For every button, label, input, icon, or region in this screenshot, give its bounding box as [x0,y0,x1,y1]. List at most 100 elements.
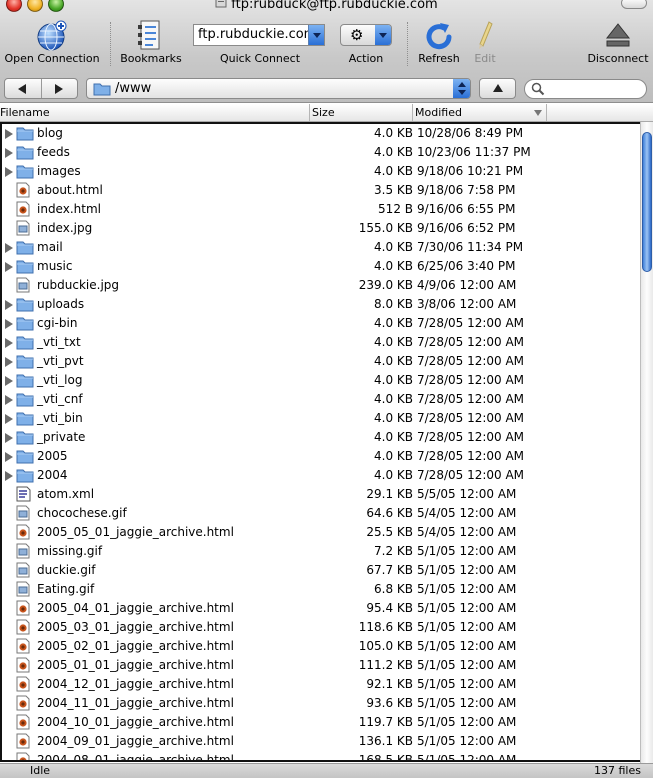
table-row[interactable]: 2004_08_01_jaggie_archive.html 168.5 KB 5/… [2,751,640,762]
chevron-down-icon[interactable] [308,25,324,45]
file-browser-table: Filename Size Modified blog 4.0 KB 10/28/0… [0,104,653,763]
html-file-icon [16,201,30,220]
column-header-filename[interactable]: Filename [0,106,50,119]
table-row[interactable]: index.html 512 B 9/16/06 6:55 PM [2,200,640,219]
table-row[interactable]: feeds 4.0 KB 10/23/06 11:37 PM [2,143,640,162]
html-file-icon [16,676,30,695]
column-header-modified[interactable]: Modified [415,106,462,119]
table-row[interactable]: 2004_11_01_jaggie_archive.html 93.6 KB 5/1… [2,694,640,713]
table-row[interactable]: index.jpg 155.0 KB 9/16/06 6:52 PM [2,219,640,238]
disclosure-triangle-icon[interactable] [5,319,13,329]
table-row[interactable]: 2004 4.0 KB 7/28/05 12:00 AM [2,466,640,485]
file-size: 3.5 KB [374,183,413,197]
table-row[interactable]: 2004_12_01_jaggie_archive.html 92.1 KB 5/1… [2,675,640,694]
search-input[interactable] [524,79,647,99]
file-size: 512 B [378,202,413,216]
table-row[interactable]: chocochese.gif 64.6 KB 5/4/05 12:00 AM [2,504,640,523]
disclosure-triangle-icon[interactable] [5,471,13,481]
disclosure-triangle-icon[interactable] [5,148,13,158]
disclosure-triangle-icon[interactable] [5,414,13,424]
table-row[interactable]: _vti_bin 4.0 KB 7/28/05 12:00 AM [2,409,640,428]
file-size: 168.5 KB [358,753,413,762]
globe-icon [37,20,67,51]
path-popup[interactable]: /www [86,78,471,99]
forward-button[interactable] [42,79,78,98]
disclosure-triangle-icon[interactable] [5,167,13,177]
table-row[interactable]: 2005_01_01_jaggie_archive.html 111.2 KB 5/… [2,656,640,675]
file-size: 4.0 KB [374,126,413,140]
disconnect-button[interactable]: Disconnect [583,20,653,65]
table-row[interactable]: _vti_pvt 4.0 KB 7/28/05 12:00 AM [2,352,640,371]
table-row[interactable]: music 4.0 KB 6/25/06 3:40 PM [2,257,640,276]
html-file-icon [16,714,30,733]
table-row[interactable]: _vti_log 4.0 KB 7/28/05 12:00 AM [2,371,640,390]
column-header-size[interactable]: Size [312,106,335,119]
file-name: 2005_03_01_jaggie_archive.html [37,620,234,634]
table-row[interactable]: _vti_txt 4.0 KB 7/28/05 12:00 AM [2,333,640,352]
disclosure-triangle-icon[interactable] [5,129,13,139]
folder-icon [16,410,34,429]
table-row[interactable]: 2005_03_01_jaggie_archive.html 118.6 KB 5/… [2,618,640,637]
table-row[interactable]: rubduckie.jpg 239.0 KB 4/9/06 12:00 AM [2,276,640,295]
column-divider[interactable] [546,104,547,121]
disclosure-triangle-icon[interactable] [5,243,13,253]
table-row[interactable]: 2004_10_01_jaggie_archive.html 119.7 KB 5/… [2,713,640,732]
table-row[interactable]: atom.xml 29.1 KB 5/5/05 12:00 AM [2,485,640,504]
table-row[interactable]: Eating.gif 6.8 KB 5/1/05 12:00 AM [2,580,640,599]
window-toolbar: ftp:rubduck@ftp.rubduckie.com Open Conne… [0,0,653,103]
column-divider[interactable] [309,104,310,121]
quick-connect-combobox[interactable]: ftp.rubduckie.com [193,24,325,46]
table-row[interactable]: 2005_04_01_jaggie_archive.html 95.4 KB 5/1… [2,599,640,618]
parent-directory-button[interactable] [479,78,516,99]
table-row[interactable]: 2004_09_01_jaggie_archive.html 136.1 KB 5/… [2,732,640,751]
edit-button[interactable]: Edit [466,20,504,65]
file-modified: 5/1/05 12:00 AM [417,639,517,653]
disclosure-triangle-icon[interactable] [5,452,13,462]
arrow-right-icon [55,84,63,94]
vertical-scrollbar[interactable] [640,122,653,763]
table-row[interactable]: _vti_cnf 4.0 KB 7/28/05 12:00 AM [2,390,640,409]
table-row[interactable]: 2005_02_01_jaggie_archive.html 105.0 KB 5/… [2,637,640,656]
table-row[interactable]: mail 4.0 KB 7/30/06 11:34 PM [2,238,640,257]
table-row[interactable]: images 4.0 KB 9/18/06 10:21 PM [2,162,640,181]
html-file-icon [16,695,30,714]
table-row[interactable]: blog 4.0 KB 10/28/06 8:49 PM [2,124,640,143]
pencil-icon [479,21,493,49]
disclosure-triangle-icon[interactable] [5,262,13,272]
column-divider[interactable] [412,104,413,121]
search-icon [531,82,545,96]
table-row[interactable]: cgi-bin 4.0 KB 7/28/05 12:00 AM [2,314,640,333]
file-modified: 7/28/05 12:00 AM [417,316,525,330]
table-row[interactable]: 2005 4.0 KB 7/28/05 12:00 AM [2,447,640,466]
file-name: images [37,164,81,178]
open-connection-button[interactable]: Open Connection [0,20,104,65]
file-name: rubduckie.jpg [37,278,120,292]
file-name: music [37,259,73,273]
file-modified: 7/28/05 12:00 AM [417,411,525,425]
back-button[interactable] [5,79,42,98]
table-row[interactable]: about.html 3.5 KB 9/18/06 7:58 PM [2,181,640,200]
disclosure-triangle-icon[interactable] [5,433,13,443]
scroll-thumb[interactable] [642,132,652,272]
table-row[interactable]: missing.gif 7.2 KB 5/1/05 12:00 AM [2,542,640,561]
html-file-icon [16,182,30,201]
refresh-button[interactable]: Refresh [414,20,464,65]
table-row[interactable]: _private 4.0 KB 7/28/05 12:00 AM [2,428,640,447]
table-row[interactable]: uploads 8.0 KB 3/8/06 12:00 AM [2,295,640,314]
disclosure-triangle-icon[interactable] [5,395,13,405]
bookmarks-button[interactable]: Bookmarks [118,20,184,65]
file-size: 8.0 KB [374,297,413,311]
file-size: 4.0 KB [374,164,413,178]
action-menu-button[interactable]: ⚙ [340,24,392,46]
folder-icon [16,353,34,372]
table-row[interactable]: duckie.gif 67.7 KB 5/1/05 12:00 AM [2,561,640,580]
disclosure-triangle-icon[interactable] [5,300,13,310]
table-row[interactable]: 2005_05_01_jaggie_archive.html 25.5 KB 5/4… [2,523,640,542]
disclosure-triangle-icon[interactable] [5,357,13,367]
disclosure-triangle-icon[interactable] [5,338,13,348]
file-size: 118.6 KB [358,620,413,634]
folder-icon [16,258,34,277]
folder-icon [16,315,34,334]
disclosure-triangle-icon[interactable] [5,376,13,386]
toolbar-toggle-button[interactable] [621,0,647,9]
